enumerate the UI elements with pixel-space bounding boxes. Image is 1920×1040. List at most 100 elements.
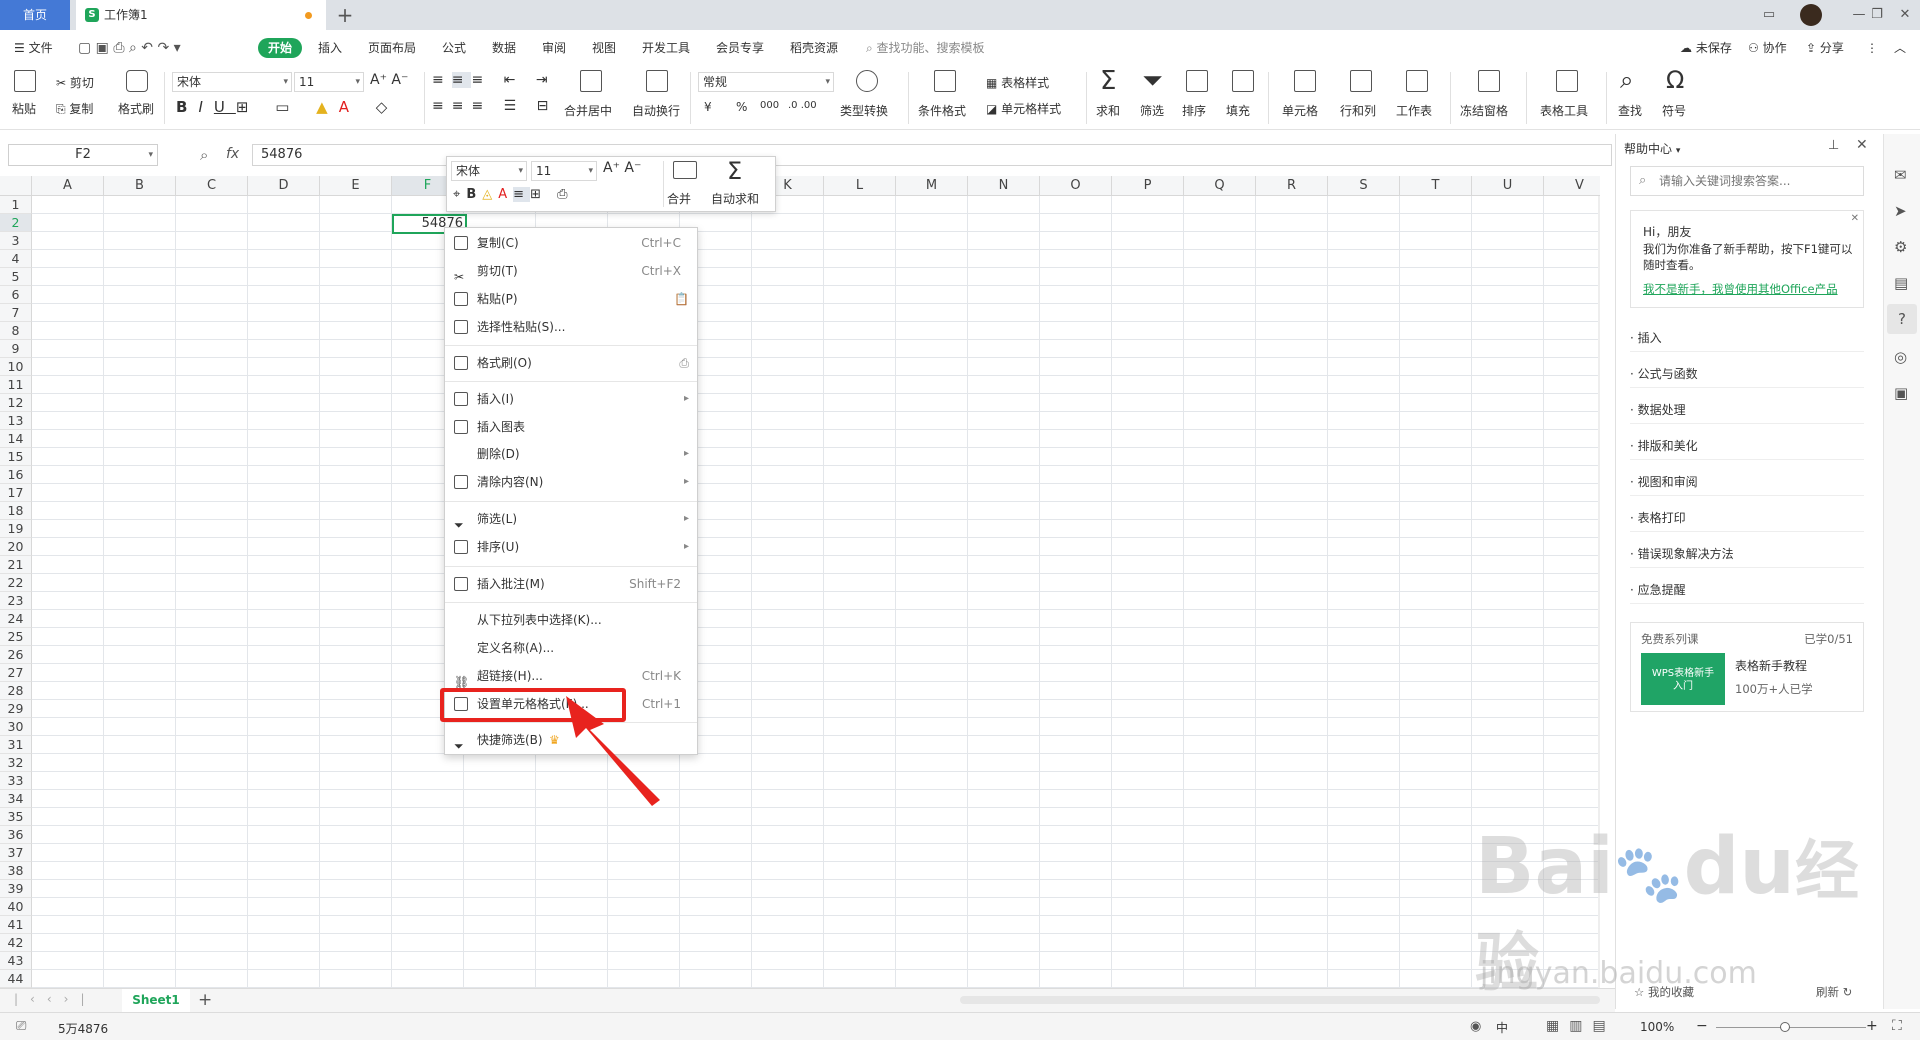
row-header-30[interactable]: 30 (0, 718, 32, 736)
settings-slider-icon[interactable]: ⚙ (1894, 238, 1907, 256)
paste-icon[interactable] (14, 70, 36, 92)
row-header-44[interactable]: 44 (0, 970, 32, 988)
menu-start[interactable]: 开始 (258, 38, 303, 58)
sort-icon[interactable] (1186, 70, 1208, 92)
merge-center-icon[interactable] (580, 70, 602, 92)
row-header-33[interactable]: 33 (0, 772, 32, 790)
vertical-align-icons[interactable]: ≡≡≡ ⇤ ⇥ (432, 72, 556, 88)
row-header-18[interactable]: 18 (0, 502, 32, 520)
row-header-31[interactable]: 31 (0, 736, 32, 754)
row-header-15[interactable]: 15 (0, 448, 32, 466)
row-header-9[interactable]: 9 (0, 340, 32, 358)
help-icon[interactable]: ? (1887, 304, 1917, 334)
percent-button[interactable]: % (736, 100, 747, 114)
row-header-27[interactable]: 27 (0, 664, 32, 682)
menu-item-insert-chart[interactable]: 插入图表 (445, 414, 697, 440)
paste-button[interactable]: 粘贴 (12, 100, 36, 117)
avatar[interactable] (1796, 0, 1826, 30)
fill-button[interactable]: 填充 (1226, 102, 1250, 119)
table-style-button[interactable]: ▦ 表格样式 (986, 74, 1049, 91)
row-header-28[interactable]: 28 (0, 682, 32, 700)
row-header-1[interactable]: 1 (0, 196, 32, 214)
column-header-s[interactable]: S (1328, 176, 1400, 196)
help-topic-item[interactable]: · 表格打印 (1630, 504, 1864, 532)
course-card[interactable]: 免费系列课 已学0/51 WPS表格新手入门 表格新手教程 100万+人已学 (1630, 622, 1864, 712)
cell-icon[interactable] (1294, 70, 1316, 92)
row-header-2[interactable]: 2 (0, 214, 32, 232)
menu-item-hyperlink[interactable]: ⛓ 超链接(H)... Ctrl+K (445, 663, 697, 689)
not-beginner-link[interactable]: 我不是新手，我曾使用其他Office产品 (1643, 281, 1838, 297)
menu-developer[interactable]: 开发工具 (642, 38, 690, 58)
row-header-38[interactable]: 38 (0, 862, 32, 880)
close-panel-icon[interactable]: ✕ (1856, 137, 1868, 153)
column-header-e[interactable]: E (320, 176, 392, 196)
help-topic-item[interactable]: · 数据处理 (1630, 396, 1864, 424)
column-header-p[interactable]: P (1112, 176, 1184, 196)
menu-item-filter[interactable]: ⏷ 筛选(L) ▸ (445, 506, 697, 532)
freeze-panes-button[interactable]: 冻结窗格 (1460, 102, 1508, 119)
mini-merge-button[interactable]: 合并 (667, 190, 691, 207)
font-style-icons[interactable]: BIU⊞ ▭ ▲A ◇ (176, 98, 398, 116)
row-header-16[interactable]: 16 (0, 466, 32, 484)
symbol-icon[interactable]: Ω (1666, 66, 1684, 94)
zoom-slider[interactable] (1716, 1027, 1866, 1028)
row-header-4[interactable]: 4 (0, 250, 32, 268)
restore-icon[interactable]: ❐ (1862, 0, 1892, 30)
menu-member[interactable]: 会员专享 (716, 38, 764, 58)
menu-insert[interactable]: 插入 (318, 38, 342, 58)
feature-search[interactable]: ⌕ 查找功能、搜索模板 (866, 38, 985, 58)
more-icon[interactable]: ⋮ (1866, 38, 1878, 58)
font-grow-shrink-icons[interactable]: A⁺ A⁻ (370, 72, 408, 88)
fill-icon[interactable] (1232, 70, 1254, 92)
help-topic-item[interactable]: · 错误现象解决方法 (1630, 540, 1864, 568)
row-header-7[interactable]: 7 (0, 304, 32, 322)
spreadsheet-grid[interactable]: ABCDEFGHIJKLMNOPQRSTUV 12345678910111213… (0, 176, 1600, 988)
row-header-43[interactable]: 43 (0, 952, 32, 970)
row-header-6[interactable]: 6 (0, 286, 32, 304)
freeze-icon[interactable] (1478, 70, 1500, 92)
help-topic-item[interactable]: · 排版和美化 (1630, 432, 1864, 460)
layout-icon[interactable]: ▭ (1754, 0, 1784, 30)
menu-formulas[interactable]: 公式 (442, 38, 466, 58)
currency-button[interactable]: ¥ (704, 100, 712, 114)
column-header-q[interactable]: Q (1184, 176, 1256, 196)
cell-style-button[interactable]: ◪ 单元格样式 (986, 100, 1061, 117)
menu-item-define-name[interactable]: 定义名称(A)... (445, 635, 697, 661)
row-header-37[interactable]: 37 (0, 844, 32, 862)
cursor-icon[interactable]: ➤ (1894, 202, 1907, 220)
help-panel-title[interactable]: 帮助中心 ▾ (1624, 140, 1680, 157)
menu-item-paste[interactable]: 粘贴(P) 📋 (445, 286, 697, 312)
menu-item-clear[interactable]: 清除内容(N) ▸ (445, 469, 697, 495)
cut-button[interactable]: ✂ 剪切 (56, 74, 94, 91)
column-header-l[interactable]: L (824, 176, 896, 196)
mini-autosum-icon[interactable]: Σ (727, 157, 742, 185)
course-name[interactable]: 表格新手教程 (1735, 657, 1807, 674)
type-convert-button[interactable]: 类型转换 (840, 102, 888, 119)
column-header-c[interactable]: C (176, 176, 248, 196)
column-header-m[interactable]: M (896, 176, 968, 196)
row-header-26[interactable]: 26 (0, 646, 32, 664)
paste-options-icon[interactable]: 📋 (674, 286, 689, 312)
help-topic-item[interactable]: · 插入 (1630, 324, 1864, 352)
row-header-29[interactable]: 29 (0, 700, 32, 718)
menu-view[interactable]: 视图 (592, 38, 616, 58)
row-header-12[interactable]: 12 (0, 394, 32, 412)
convert-icon[interactable] (856, 70, 878, 92)
table-tools-icon[interactable] (1556, 70, 1578, 92)
table-tools-button[interactable]: 表格工具 (1540, 102, 1588, 119)
help-topic-item[interactable]: · 应急提醒 (1630, 576, 1864, 604)
select-all-corner[interactable] (0, 176, 32, 196)
image-icon[interactable]: ▣ (1894, 384, 1908, 402)
fullscreen-icon[interactable]: ⛶ (1892, 1018, 1902, 1034)
filter-button[interactable]: 筛选 (1140, 102, 1164, 119)
row-header-17[interactable]: 17 (0, 484, 32, 502)
row-header-13[interactable]: 13 (0, 412, 32, 430)
horizontal-align-icons[interactable]: ≡≡≡ ☰ ⊟ (432, 98, 556, 114)
mini-autosum-button[interactable]: 自动求和 (711, 190, 759, 207)
menu-item-pick-list[interactable]: 从下拉列表中选择(K)... (445, 607, 697, 633)
row-header-40[interactable]: 40 (0, 898, 32, 916)
macro-icon[interactable]: ⎚ (16, 1019, 26, 1034)
menu-review[interactable]: 审阅 (542, 38, 566, 58)
name-box[interactable]: F2 ▾ (8, 144, 158, 166)
menu-item-paste-special[interactable]: 选择性粘贴(S)... (445, 314, 697, 340)
